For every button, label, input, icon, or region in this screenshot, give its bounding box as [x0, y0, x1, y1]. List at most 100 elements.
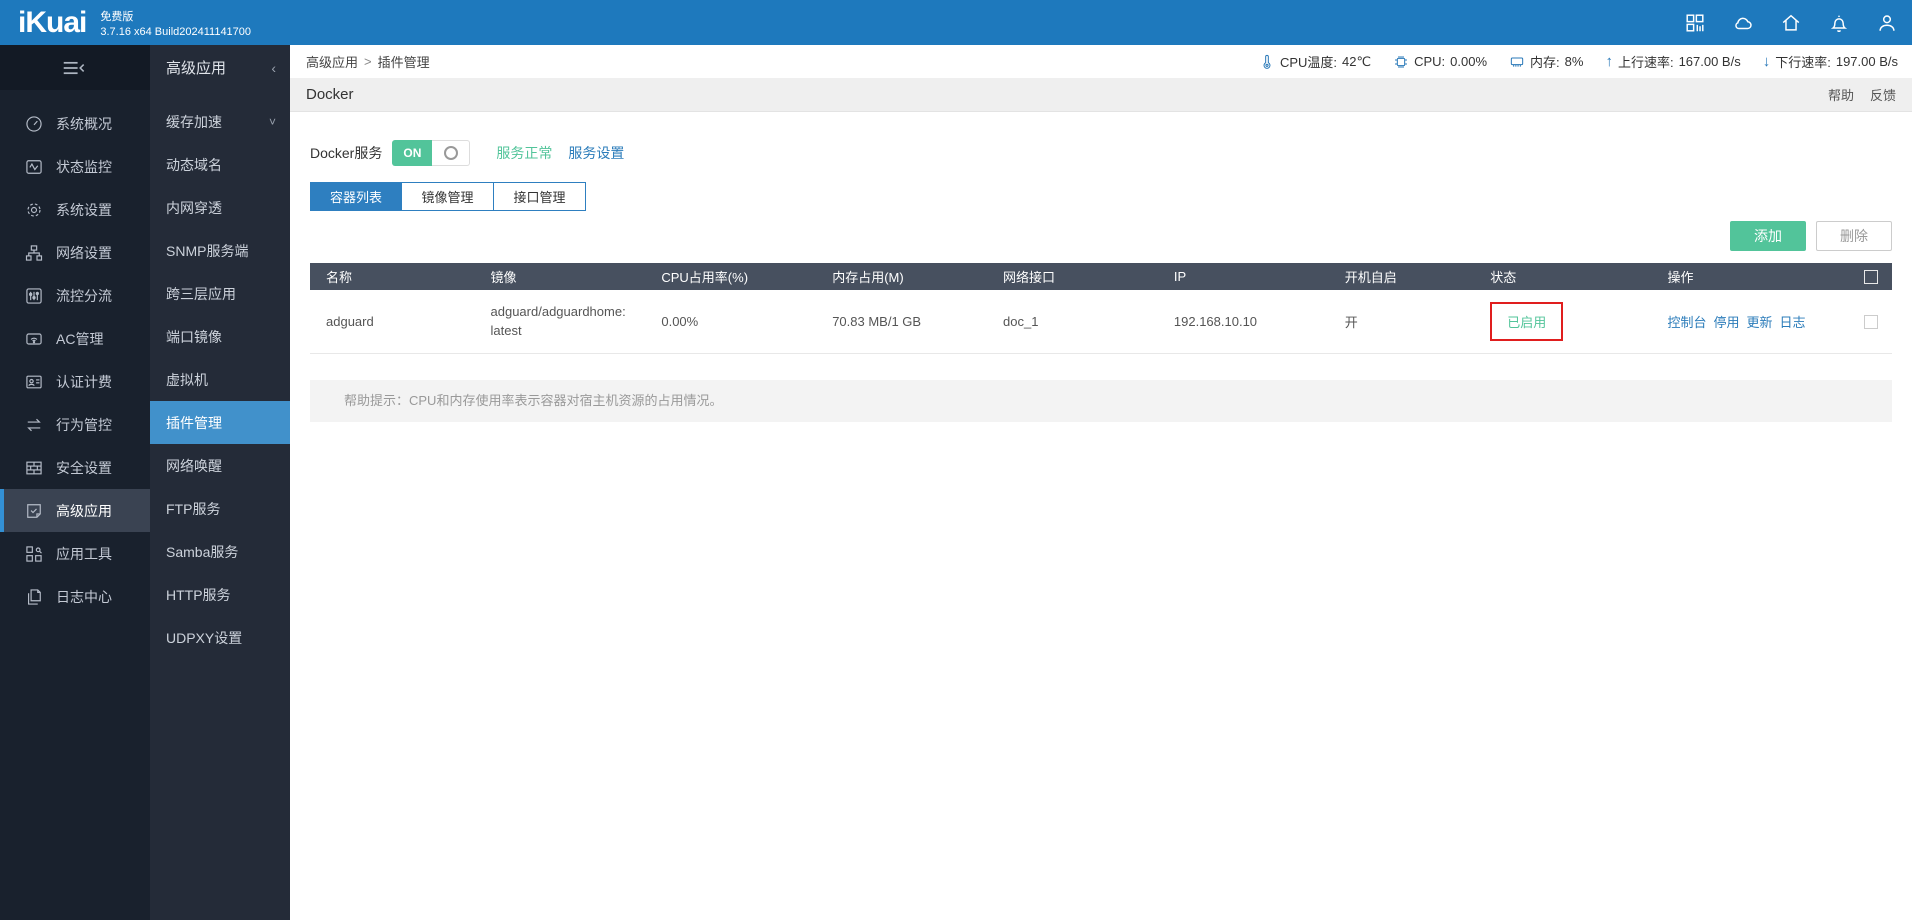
cpu-temp-label: CPU温度:	[1279, 55, 1338, 70]
col-status: 状态	[1474, 263, 1652, 290]
docker-service-row: Docker服务 ON 服务正常 服务设置	[310, 140, 1892, 166]
sidebar-collapse-button[interactable]	[0, 45, 150, 90]
memory-stat: 内存: 8%	[1509, 52, 1583, 71]
sidebar-item-label: 认证计费	[56, 373, 112, 390]
sidebar-item-system-settings[interactable]: 系统设置	[0, 188, 150, 231]
submenu-item-cross-layer3[interactable]: 跨三层应用	[150, 272, 290, 315]
submenu-item-port-mirror[interactable]: 端口镜像	[150, 315, 290, 358]
home-icon[interactable]	[1780, 12, 1802, 34]
tab-container-list[interactable]: 容器列表	[310, 182, 402, 211]
feedback-link[interactable]: 反馈	[1870, 85, 1896, 104]
col-memory: 内存占用(M)	[816, 263, 988, 290]
col-ip: IP	[1157, 263, 1329, 290]
cloud-icon[interactable]	[1732, 12, 1754, 34]
cpu-temp-value: 42℃	[1342, 53, 1372, 69]
submenu-item-udpxy-settings[interactable]: UDPXY设置	[150, 616, 290, 659]
sidebar-item-label: 系统设置	[56, 201, 112, 218]
submenu-item-wake-on-lan[interactable]: 网络唤醒	[150, 444, 290, 487]
submenu-item-nat-traversal[interactable]: 内网穿透	[150, 186, 290, 229]
help-tip: 帮助提示：CPU和内存使用率表示容器对宿主机资源的占用情况。	[310, 380, 1892, 422]
bell-icon[interactable]	[1828, 12, 1850, 34]
tab-bar: 容器列表 镜像管理 接口管理	[310, 182, 1892, 211]
ikuai-logo: iKuai	[18, 6, 87, 39]
user-icon[interactable]	[1876, 12, 1898, 34]
tools-grid-icon	[24, 544, 44, 564]
submenu-item-ddns[interactable]: 动态域名	[150, 143, 290, 186]
apps-icon[interactable]	[1684, 12, 1706, 34]
primary-sidebar: 系统概况 状态监控 系统设置 网络设置 流控分流 AC管理 认证计费 行为管控 …	[0, 45, 150, 920]
main-content: 高级应用 > 插件管理 CPU温度: 42℃ CPU: 0.00% 内存: 8%…	[290, 45, 1912, 920]
row-checkbox[interactable]	[1864, 314, 1878, 329]
col-name: 名称	[310, 263, 475, 290]
help-link[interactable]: 帮助	[1828, 85, 1854, 104]
submenu-item-http-service[interactable]: HTTP服务	[150, 573, 290, 616]
breadcrumb-parent[interactable]: 高级应用	[306, 52, 358, 71]
breadcrumb-separator: >	[364, 54, 372, 69]
sidebar-item-system-overview[interactable]: 系统概况	[0, 102, 150, 145]
memory-value: 8%	[1564, 54, 1584, 69]
sidebar-item-behavior-control[interactable]: 行为管控	[0, 403, 150, 446]
system-status-bar: CPU温度: 42℃ CPU: 0.00% 内存: 8% ↑ 上行速率: 167…	[1259, 52, 1898, 71]
submenu-item-virtual-machine[interactable]: 虚拟机	[150, 358, 290, 401]
toggle-knob	[443, 146, 458, 160]
console-link[interactable]: 控制台	[1667, 315, 1706, 330]
version-info: 免费版 3.7.16 x64 Build202411141700	[100, 6, 251, 40]
toggle-on-segment[interactable]: ON	[392, 140, 433, 166]
sidebar-item-auth-billing[interactable]: 认证计费	[0, 360, 150, 403]
cpu-value: 0.00%	[1450, 54, 1488, 69]
cell-name: adguard	[310, 290, 475, 354]
breadcrumb: 高级应用 > 插件管理 CPU温度: 42℃ CPU: 0.00% 内存: 8%…	[290, 45, 1912, 78]
submenu-item-ftp-service[interactable]: FTP服务	[150, 487, 290, 530]
submenu-item-label: 虚拟机	[166, 371, 208, 388]
col-image: 镜像	[474, 263, 646, 290]
breadcrumb-current: 插件管理	[377, 55, 430, 70]
toggle-off-segment[interactable]	[432, 140, 471, 166]
gauge-icon	[24, 114, 44, 134]
log-link[interactable]: 日志	[1779, 315, 1805, 330]
sidebar-item-label: 系统概况	[56, 115, 112, 132]
docker-service-toggle[interactable]: ON	[392, 140, 471, 166]
hamburger-collapse-icon	[63, 61, 85, 74]
submenu-item-label: HTTP服务	[166, 586, 231, 603]
sidebar-item-flow-control[interactable]: 流控分流	[0, 274, 150, 317]
sidebar-item-label: 行为管控	[56, 416, 112, 433]
tab-interface-management[interactable]: 接口管理	[494, 182, 586, 211]
sidebar-item-label: 应用工具	[56, 545, 112, 562]
chevron-down-icon: ˅	[268, 114, 276, 129]
sidebar-item-security-settings[interactable]: 安全设置	[0, 446, 150, 489]
sidebar-item-label: 状态监控	[56, 158, 112, 175]
download-value: 197.00 B/s	[1835, 54, 1898, 69]
table-header-row: 名称 镜像 CPU占用率(%) 内存占用(M) 网络接口 IP 开机自启 状态 …	[310, 263, 1892, 290]
sidebar-item-label: 网络设置	[56, 244, 112, 261]
sidebar-item-app-tools[interactable]: 应用工具	[0, 532, 150, 575]
cpu-chip-icon	[1395, 55, 1408, 68]
up-arrow-icon: ↑	[1605, 53, 1613, 70]
select-all-checkbox[interactable]	[1864, 269, 1878, 284]
sidebar-item-ac-management[interactable]: AC管理	[0, 317, 150, 360]
submenu-item-snmp-server[interactable]: SNMP服务端	[150, 229, 290, 272]
id-card-icon	[24, 372, 44, 392]
delete-button[interactable]: 删除	[1816, 221, 1892, 251]
edition-label: 免费版	[100, 10, 134, 23]
submenu-collapse-icon[interactable]: ‹	[271, 60, 276, 76]
upload-stat: ↑ 上行速率: 167.00 B/s	[1605, 52, 1740, 71]
submenu-item-samba-service[interactable]: Samba服务	[150, 530, 290, 573]
sidebar-item-status-monitor[interactable]: 状态监控	[0, 145, 150, 188]
brick-wall-icon	[24, 458, 44, 478]
swap-arrows-icon	[24, 415, 44, 435]
download-stat: ↓ 下行速率: 197.00 B/s	[1763, 52, 1898, 71]
tab-image-management[interactable]: 镜像管理	[402, 182, 494, 211]
down-arrow-icon: ↓	[1762, 53, 1771, 70]
submenu-item-cache-acceleration[interactable]: 缓存加速 ˅	[150, 100, 290, 143]
sidebar-item-log-center[interactable]: 日志中心	[0, 575, 150, 618]
monitor-wave-icon	[24, 157, 44, 177]
submenu-item-label: UDPXY设置	[166, 629, 243, 646]
submenu-item-plugin-management[interactable]: 插件管理	[150, 401, 290, 444]
update-link[interactable]: 更新	[1746, 315, 1772, 330]
sidebar-item-network-settings[interactable]: 网络设置	[0, 231, 150, 274]
cell-image: adguard/adguardhome:latest	[474, 290, 646, 354]
sidebar-item-advanced-apps[interactable]: 高级应用	[0, 489, 150, 532]
stop-link[interactable]: 停用	[1713, 315, 1739, 330]
service-settings-link[interactable]: 服务设置	[568, 143, 624, 163]
add-button[interactable]: 添加	[1730, 221, 1806, 251]
